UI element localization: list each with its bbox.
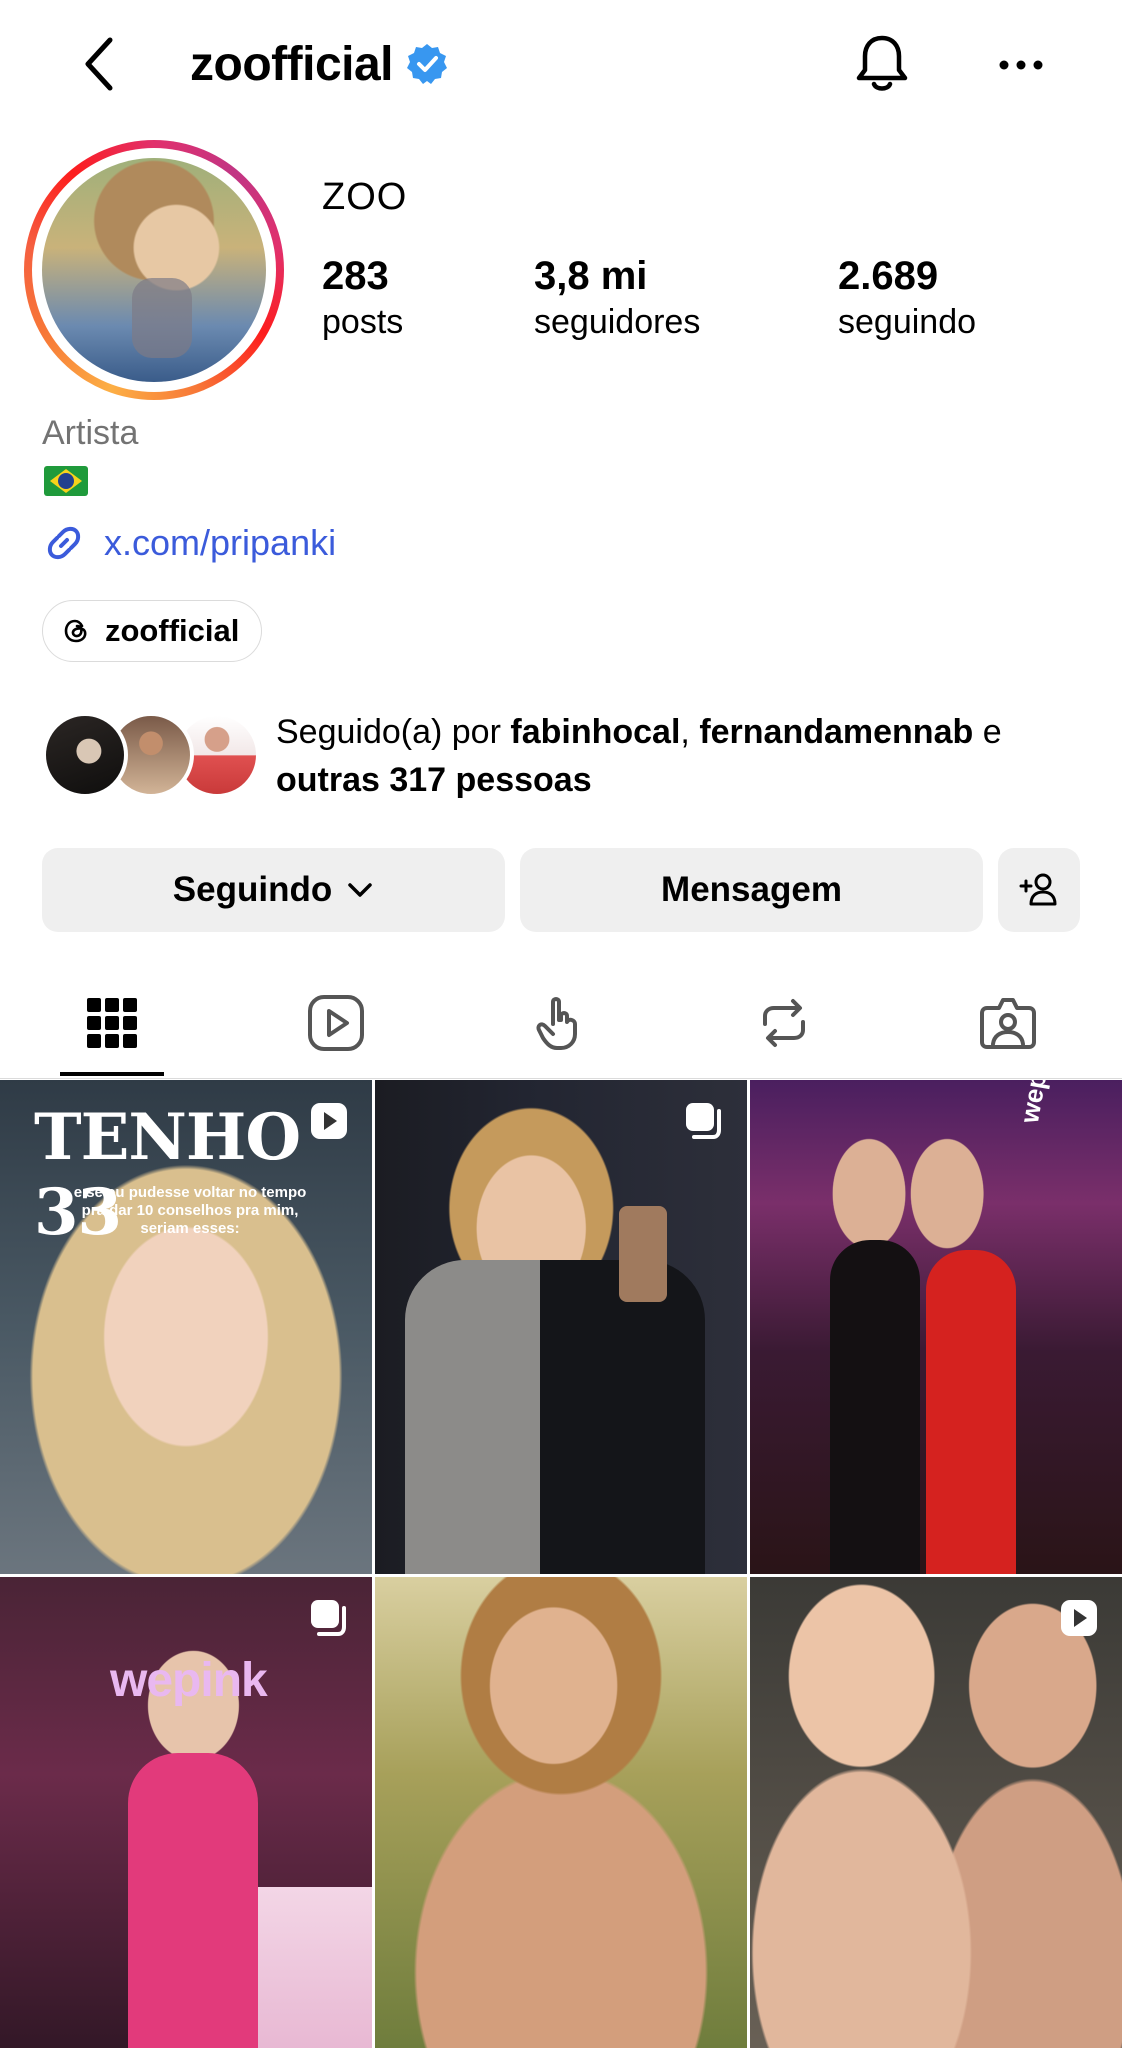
posts-label: posts <box>322 303 404 341</box>
posts-value: 283 <box>322 254 389 298</box>
followers-label: seguidores <box>534 303 701 341</box>
post-thumbnail[interactable]: wepink <box>750 1080 1122 1574</box>
carousel-icon <box>686 1103 721 1139</box>
carousel-icon <box>311 1600 346 1636</box>
avatar-border <box>32 148 276 392</box>
divider <box>0 1078 1122 1079</box>
post-image-detail <box>405 1260 705 1574</box>
avatar-detail <box>132 278 192 358</box>
grid-icon <box>87 998 137 1048</box>
followers-value: 3,8 mi <box>534 254 648 298</box>
avatar <box>42 158 266 382</box>
post-thumbnail[interactable] <box>375 1577 747 2048</box>
bio-link-text: x.com/pripanki <box>104 522 337 563</box>
followed-by-prefix: Seguido(a) por <box>276 713 511 751</box>
tap-hand-icon <box>536 997 577 1050</box>
mutual-user-1: fabinhocal <box>510 713 681 751</box>
following-button[interactable]: Seguindo <box>42 848 505 932</box>
threads-handle: zoofficial <box>105 613 240 648</box>
posts-grid: TENHO 33 e se eu pudesse voltar no tempo… <box>0 1080 1122 2048</box>
link-icon <box>47 526 81 560</box>
story-ring[interactable] <box>24 140 284 400</box>
tab-tagged[interactable] <box>896 968 1120 1078</box>
full-name: ZOO <box>322 176 408 218</box>
followers-count[interactable]: 3,8 mi seguidores <box>534 252 700 344</box>
suggest-people-button[interactable] <box>998 848 1080 932</box>
bell-icon[interactable] <box>852 32 912 96</box>
posts-count[interactable]: 283 posts <box>322 252 403 344</box>
post-image-detail <box>619 1206 667 1302</box>
active-tab-indicator <box>60 1072 164 1076</box>
post-image-detail <box>128 1753 258 2048</box>
bio-link[interactable]: x.com/pripanki <box>42 518 336 568</box>
tab-posts-grid[interactable] <box>0 968 224 1078</box>
verified-badge-icon <box>407 44 448 84</box>
username: zoofficial <box>190 37 394 91</box>
post-image-detail <box>830 1240 920 1574</box>
post-thumbnail[interactable]: TENHO 33 e se eu pudesse voltar no tempo… <box>0 1080 372 1574</box>
brazil-flag-icon <box>44 466 88 496</box>
back-arrow-icon[interactable] <box>78 34 122 94</box>
username-title[interactable]: zoofficial <box>190 36 449 92</box>
reels-icon <box>308 995 364 1051</box>
chevron-down-icon <box>348 883 372 897</box>
tab-reposts[interactable] <box>672 968 896 1078</box>
post-sign-text: wepink <box>110 1654 268 1707</box>
post-thumbnail[interactable] <box>375 1080 747 1574</box>
threads-badge[interactable]: zoofficial <box>42 600 263 662</box>
post-thumbnail[interactable] <box>750 1577 1122 2048</box>
following-count[interactable]: 2.689 seguindo <box>838 252 976 344</box>
post-image-detail <box>926 1250 1016 1574</box>
message-button[interactable]: Mensagem <box>520 848 983 932</box>
threads-icon <box>64 619 87 643</box>
profile-header: zoofficial <box>0 0 1122 130</box>
following-label: seguindo <box>838 303 977 341</box>
message-button-label: Mensagem <box>661 870 842 909</box>
repost-icon <box>763 999 805 1047</box>
reel-icon <box>311 1103 347 1139</box>
tagged-person-icon <box>980 998 1036 1049</box>
followed-by-separator: , <box>680 713 700 751</box>
following-value: 2.689 <box>838 254 939 298</box>
reel-icon <box>1061 1600 1097 1636</box>
mutual-user-2: fernandamennab <box>699 713 974 751</box>
followed-by-conjunction: e <box>973 713 1002 751</box>
following-button-label: Seguindo <box>172 870 333 909</box>
followed-by-text[interactable]: Seguido(a) por fabinhocal, fernandamenna… <box>276 708 1096 804</box>
more-options-icon[interactable] <box>996 48 1046 82</box>
profile-tabs <box>0 968 1122 1078</box>
mutual-others: outras 317 pessoas <box>276 761 592 799</box>
mutual-followers-avatars[interactable] <box>42 712 262 798</box>
add-person-icon <box>1019 873 1057 906</box>
post-caption: e se eu pudesse voltar no tempo pra dar … <box>73 1184 307 1237</box>
post-sign-text: wepink <box>1014 1080 1060 1125</box>
tab-reels[interactable] <box>224 968 448 1078</box>
tab-taps[interactable] <box>448 968 672 1078</box>
profile-category: Artista <box>42 414 139 452</box>
avatar <box>42 712 128 798</box>
post-thumbnail[interactable]: wepink <box>0 1577 372 2048</box>
